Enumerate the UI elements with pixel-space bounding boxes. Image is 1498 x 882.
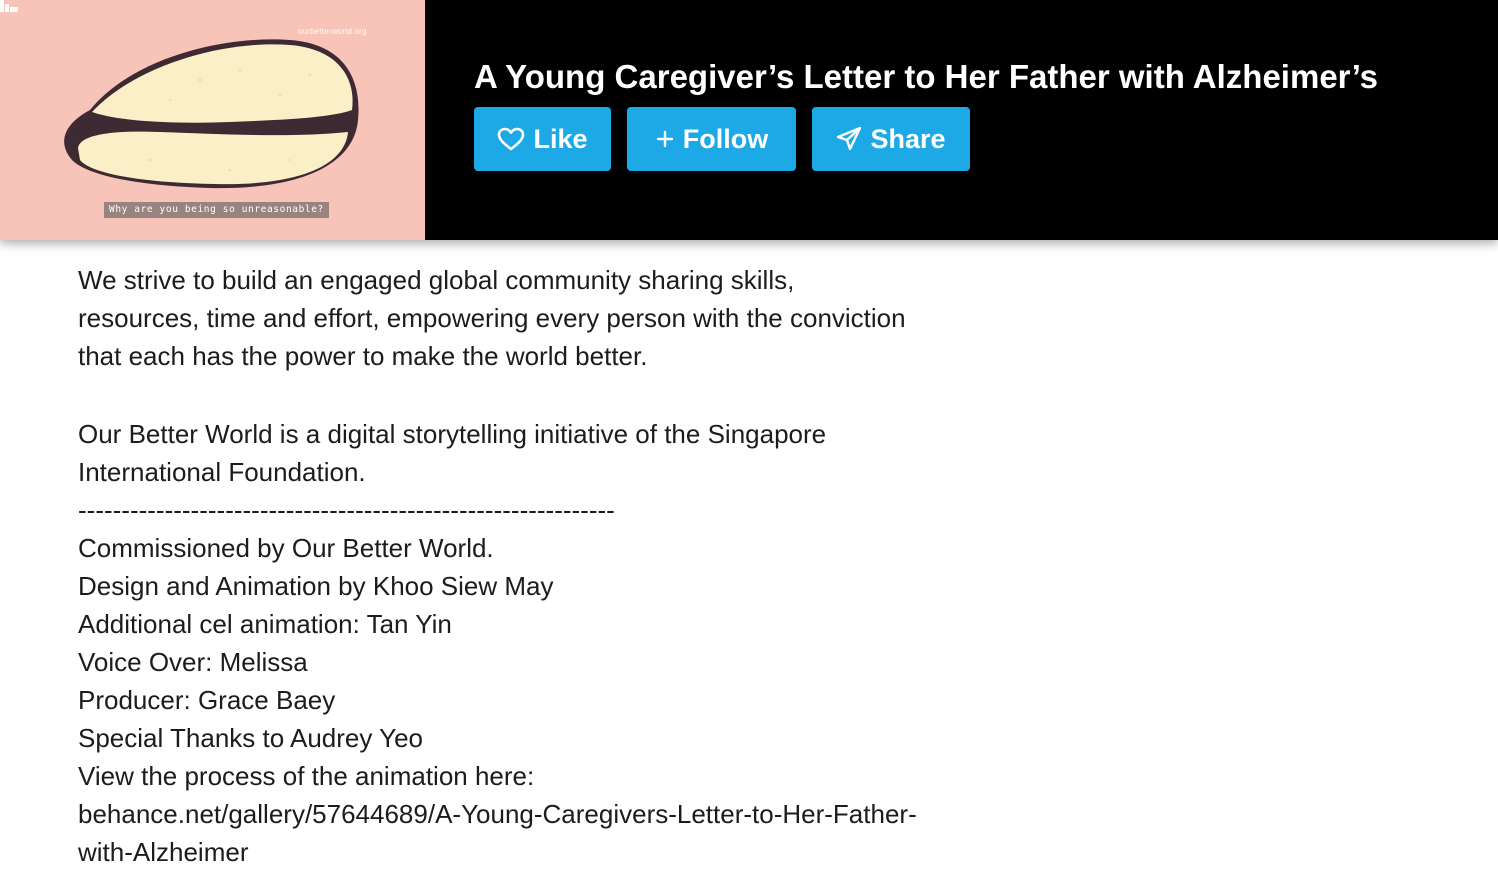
- credit-line: Additional cel animation: Tan Yin: [78, 609, 452, 639]
- description-line: Our Better World is a digital storytelli…: [78, 419, 827, 449]
- process-link[interactable]: behance.net/gallery/57644689/A-Young-Car…: [78, 795, 1038, 833]
- process-link[interactable]: with-Alzheimer: [78, 833, 1038, 871]
- video-thumbnail[interactable]: ourbetterworld.org Why are you being so …: [0, 0, 425, 240]
- thumbnail-logo-text: ourbetterworld.org: [298, 27, 367, 36]
- credit-line: View the process of the animation here:: [78, 761, 535, 791]
- credit-line: Special Thanks to Audrey Yeo: [78, 723, 423, 753]
- heart-icon: [497, 127, 525, 151]
- like-label: Like: [533, 123, 588, 154]
- description-line: that each has the power to make the worl…: [78, 341, 648, 371]
- like-button[interactable]: Like: [474, 107, 611, 171]
- credit-line: Design and Animation by Khoo Siew May: [78, 571, 554, 601]
- thumbnail-caption: Why are you being so unreasonable?: [104, 202, 329, 218]
- plus-icon: [655, 129, 675, 149]
- share-button[interactable]: Share: [812, 107, 970, 171]
- description-line: resources, time and effort, empowering e…: [78, 303, 906, 333]
- follow-button[interactable]: Follow: [627, 107, 796, 171]
- follow-label: Follow: [682, 123, 769, 154]
- paper-plane-icon: [836, 126, 862, 152]
- credit-line: Voice Over: Melissa: [78, 647, 308, 677]
- video-title: A Young Caregiver’s Letter to Her Father…: [474, 58, 1379, 95]
- description-line: International Foundation.: [78, 457, 366, 487]
- divider-line: ----------------------------------------…: [78, 495, 615, 525]
- credit-line: Commissioned by Our Better World.: [78, 533, 494, 563]
- description-line: We strive to build an engaged global com…: [78, 265, 795, 295]
- video-header: ourbetterworld.org Why are you being so …: [0, 0, 1498, 240]
- share-label: Share: [870, 123, 946, 154]
- video-description: We strive to build an engaged global com…: [78, 261, 1038, 871]
- brand-logo-icon: [0, 0, 18, 12]
- credit-line: Producer: Grace Baey: [78, 685, 336, 715]
